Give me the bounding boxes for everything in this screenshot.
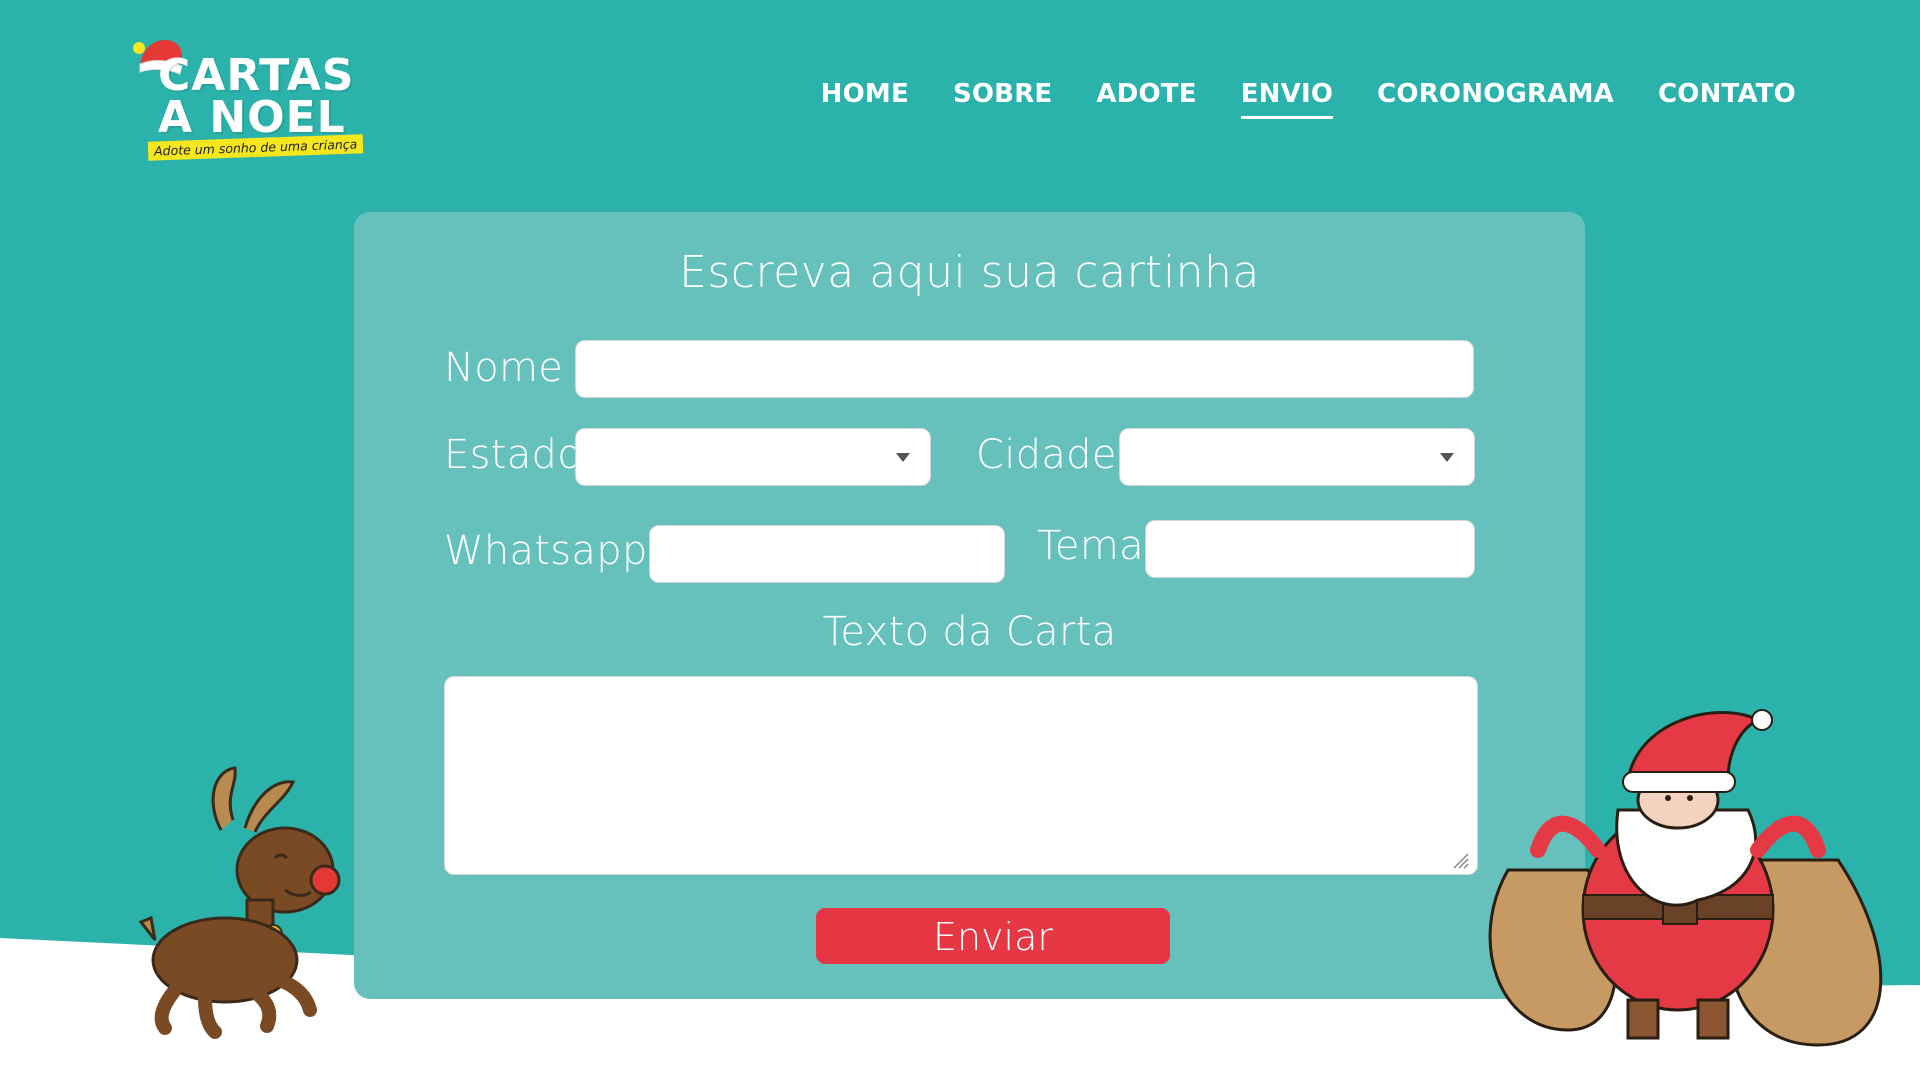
site-logo[interactable]: CARTAS A NOEL Adote um sonho de uma cria… xyxy=(130,26,364,166)
resize-grip-icon[interactable] xyxy=(1448,848,1470,870)
santa-illustration xyxy=(1488,709,1883,1047)
estado-label: Estado xyxy=(444,432,582,478)
nome-label: Nome xyxy=(444,345,564,391)
form-title: Escreva aqui sua cartinha xyxy=(679,247,1260,298)
tema-label: Tema xyxy=(1037,523,1144,569)
caret-down-icon xyxy=(896,453,910,462)
whatsapp-label: Whatsapp xyxy=(444,528,648,574)
whatsapp-input[interactable] xyxy=(649,525,1005,583)
cidade-label: Cidade xyxy=(976,432,1117,478)
texto-label: Texto da Carta xyxy=(822,609,1117,655)
estado-select[interactable] xyxy=(575,428,931,486)
nav-coronograma[interactable]: CORONOGRAMA xyxy=(1377,76,1614,119)
texto-textarea[interactable] xyxy=(444,676,1478,875)
letter-form-panel: Escreva aqui sua cartinha Nome Estado Ci… xyxy=(354,212,1585,999)
nav-envio[interactable]: ENVIO xyxy=(1240,76,1334,119)
tema-input[interactable] xyxy=(1145,520,1475,578)
reindeer-illustration xyxy=(138,766,341,1039)
nav-home[interactable]: HOME xyxy=(821,76,909,119)
send-button[interactable]: Enviar xyxy=(816,908,1170,964)
main-nav: HOME SOBRE ADOTE ENVIO CORONOGRAMA CONTA… xyxy=(821,76,1796,119)
nav-contato[interactable]: CONTATO xyxy=(1658,76,1796,119)
caret-down-icon xyxy=(1440,453,1454,462)
nav-adote[interactable]: ADOTE xyxy=(1096,76,1196,119)
logo-text-line2: A NOEL xyxy=(158,92,346,143)
cidade-select[interactable] xyxy=(1119,428,1475,486)
nav-sobre[interactable]: SOBRE xyxy=(953,76,1052,119)
nome-input[interactable] xyxy=(575,340,1474,398)
